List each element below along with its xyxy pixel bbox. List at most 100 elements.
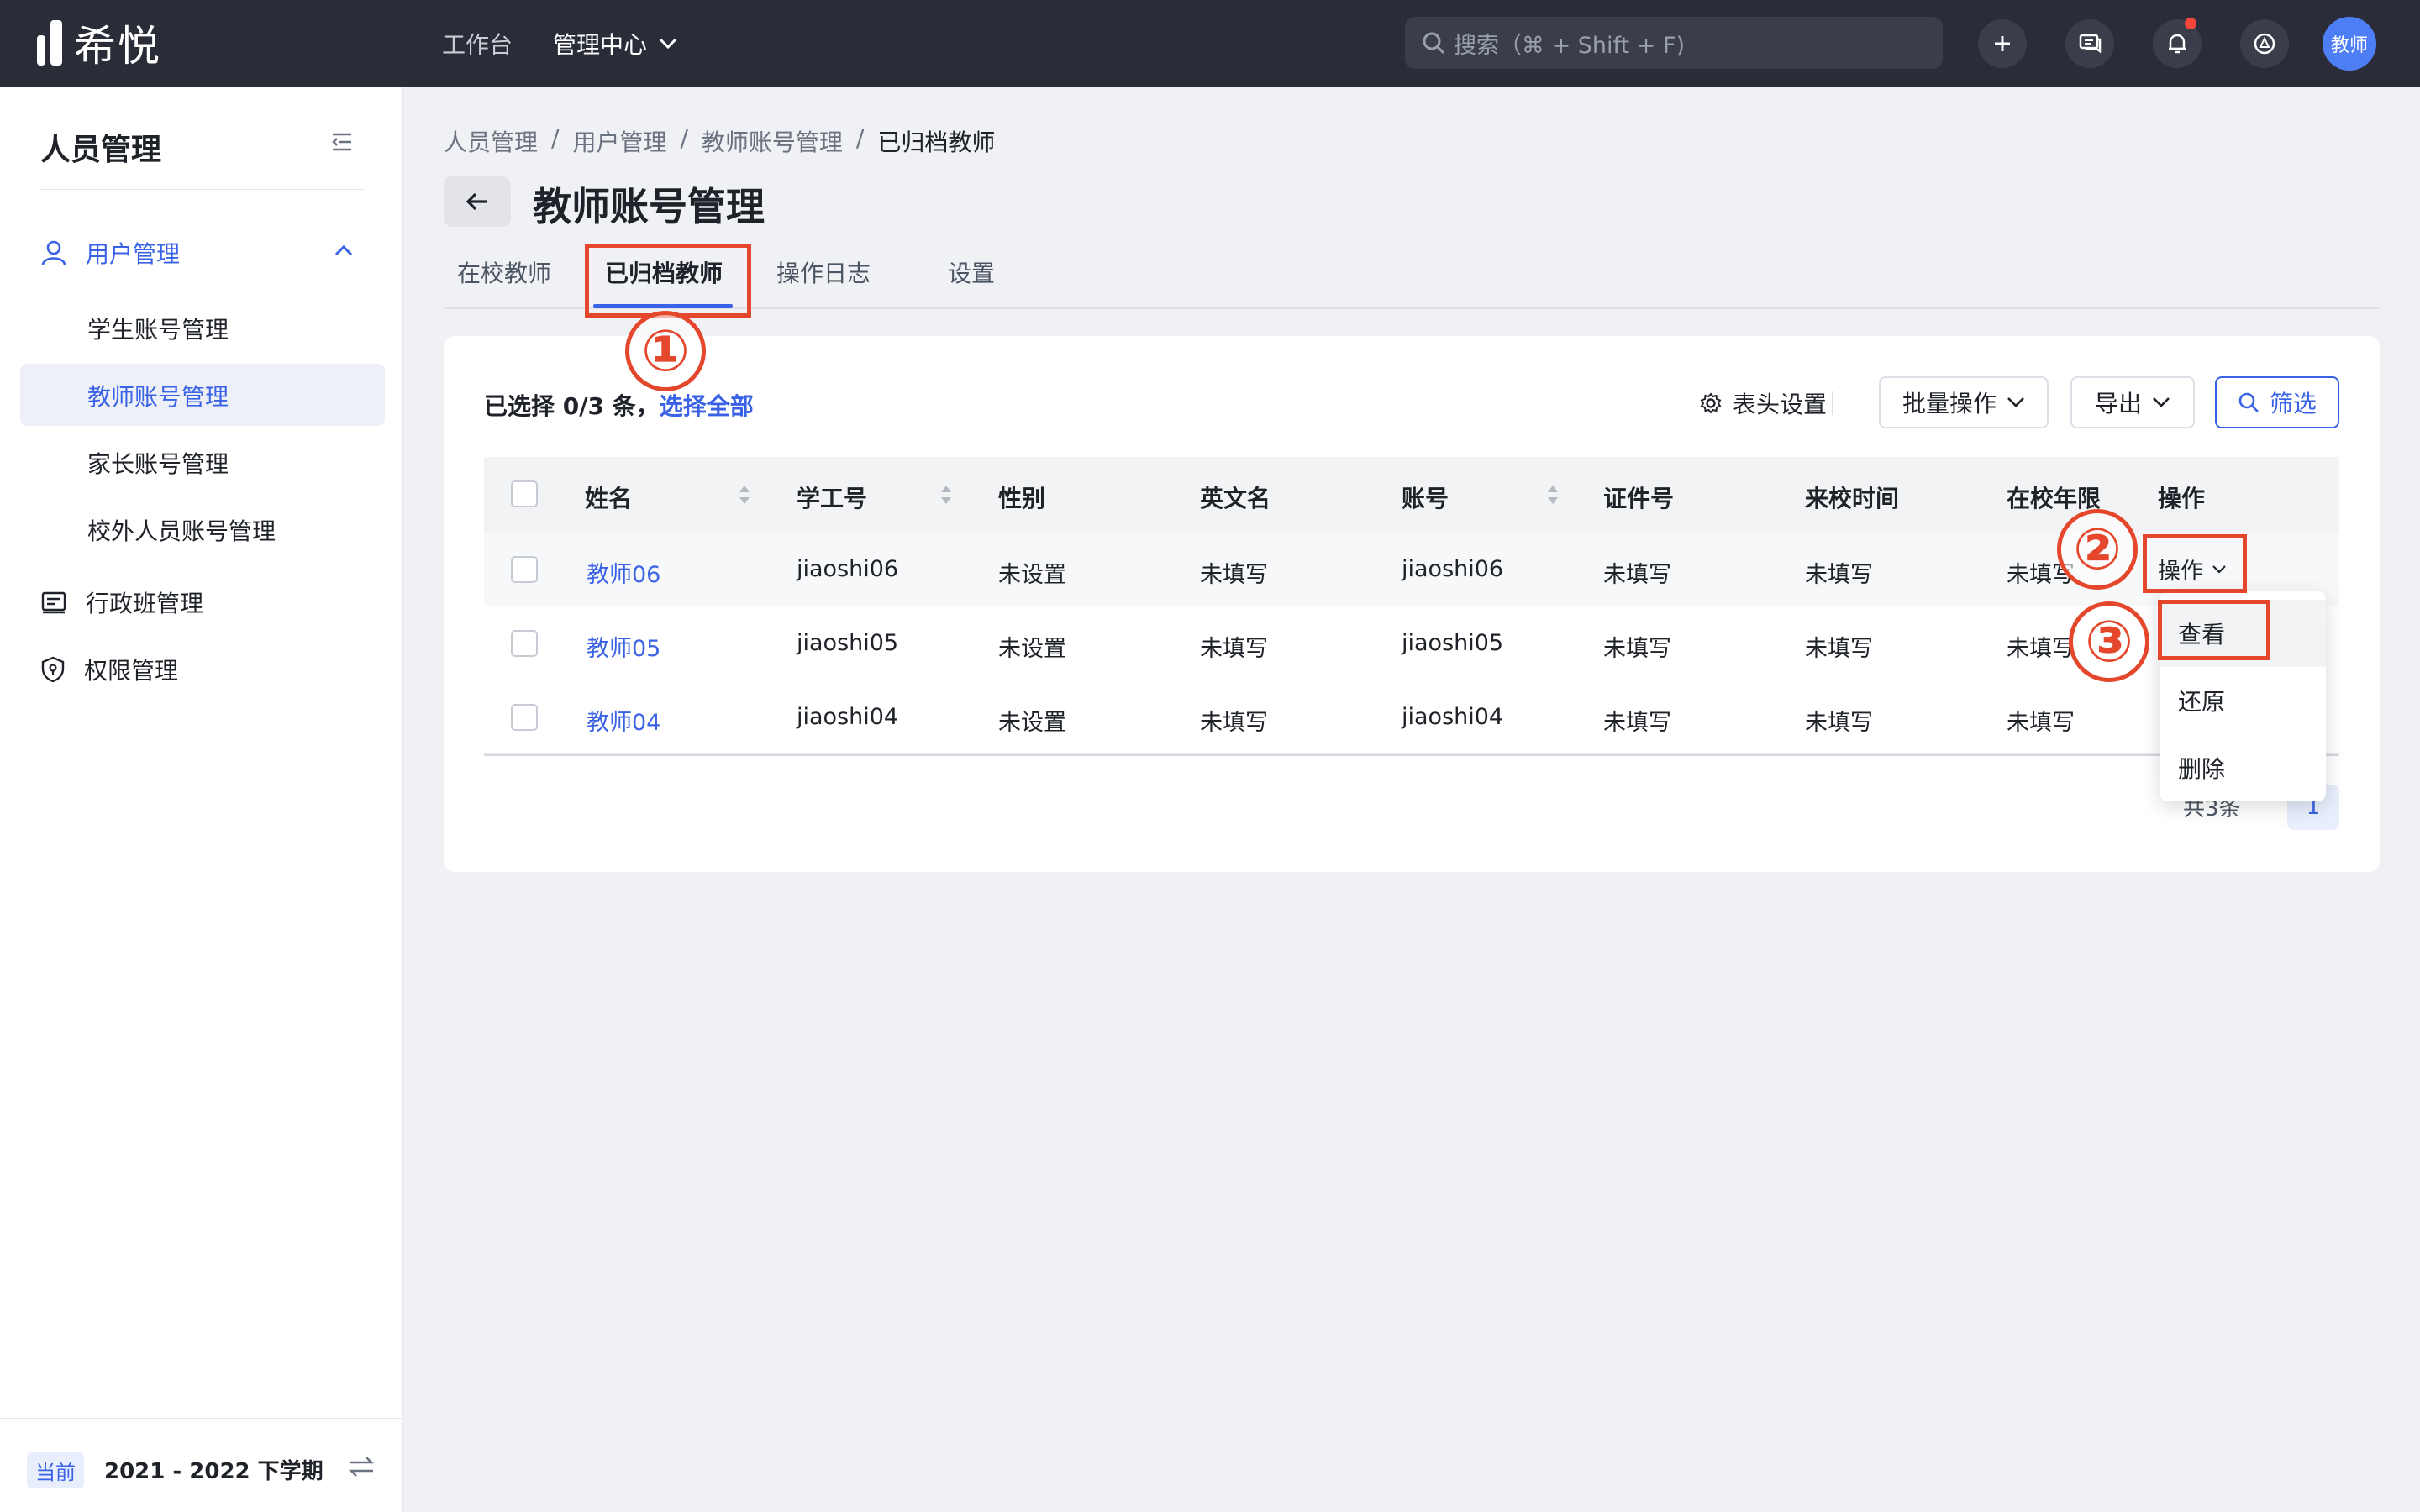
batch-action-label: 批量操作 bbox=[1902, 390, 1996, 417]
compass-icon bbox=[2254, 33, 2275, 55]
sidebar-group-class-label: 行政班管理 bbox=[86, 590, 204, 617]
bell-icon bbox=[2169, 34, 2186, 54]
annotation-number-1: ① bbox=[625, 311, 706, 391]
sidebar-group-user[interactable]: 用户管理 bbox=[40, 236, 180, 270]
messages-button[interactable] bbox=[2065, 19, 2114, 68]
gear-icon bbox=[1700, 392, 1722, 414]
menu-item-restore[interactable]: 还原 bbox=[2160, 667, 2326, 734]
column-header-account: 账号 bbox=[1402, 485, 1449, 512]
row-checkbox[interactable] bbox=[511, 630, 538, 657]
class-list-icon bbox=[41, 591, 66, 614]
filter-label: 筛选 bbox=[2269, 390, 2317, 417]
collapse-sidebar-icon[interactable] bbox=[331, 132, 353, 152]
cell-id-number: 未填写 bbox=[1603, 636, 1671, 662]
breadcrumb-item[interactable]: 教师账号管理 bbox=[702, 124, 843, 158]
page-title: 教师账号管理 bbox=[533, 184, 765, 229]
sidebar-group-class[interactable]: 行政班管理 bbox=[40, 585, 203, 619]
selection-count: 已选择 0/3 条， bbox=[484, 392, 660, 420]
row-checkbox[interactable] bbox=[511, 704, 538, 731]
chat-icon bbox=[2079, 34, 2102, 54]
search-input[interactable]: 搜索（⌘ + Shift + F) bbox=[1405, 17, 1943, 69]
filter-button[interactable]: 筛选 bbox=[2215, 376, 2339, 428]
breadcrumb-item[interactable]: 用户管理 bbox=[572, 124, 666, 158]
breadcrumb-item[interactable]: 人员管理 bbox=[444, 124, 538, 158]
teacher-name-link[interactable]: 教师05 bbox=[587, 630, 660, 663]
column-header-arrival-time: 来校时间 bbox=[1805, 485, 1900, 512]
selection-info: 已选择 0/3 条，选择全部 bbox=[484, 388, 754, 422]
breadcrumb-current: 已归档教师 bbox=[877, 129, 996, 156]
cell-arrival-time: 未填写 bbox=[1805, 636, 1873, 662]
logo-icon bbox=[37, 20, 62, 66]
cell-id-number: 未填写 bbox=[1603, 710, 1671, 736]
cell-arrival-time: 未填写 bbox=[1805, 710, 1873, 736]
breadcrumb-separator: / bbox=[551, 124, 560, 152]
select-all-link[interactable]: 选择全部 bbox=[660, 392, 754, 420]
column-header-name: 姓名 bbox=[585, 485, 633, 512]
column-header-english-name: 英文名 bbox=[1200, 485, 1271, 512]
chevron-down-icon bbox=[659, 38, 677, 49]
table-header: 姓名 学工号 性别 英文名 账号 证件号 来校时间 在校年限 操作 bbox=[484, 457, 2339, 533]
term-label: 2021 - 2022 下学期 bbox=[104, 1459, 324, 1484]
sort-icon[interactable] bbox=[738, 482, 751, 507]
breadcrumb-separator: / bbox=[680, 124, 688, 152]
nav-admin-center[interactable]: 管理中心 bbox=[553, 0, 677, 87]
notification-dot bbox=[2185, 18, 2196, 29]
table-row[interactable]: 教师05 jiaoshi05 未设置 未填写 jiaoshi05 未填写 未填写… bbox=[484, 606, 2339, 680]
row-checkbox[interactable] bbox=[511, 556, 538, 583]
breadcrumb-separator: / bbox=[855, 124, 865, 152]
term-current-badge: 当前 bbox=[27, 1452, 84, 1488]
cell-english-name: 未填写 bbox=[1200, 562, 1268, 588]
sort-icon[interactable] bbox=[1546, 482, 1560, 507]
table-row[interactable]: 教师04 jiaoshi04 未设置 未填写 jiaoshi04 未填写 未填写… bbox=[484, 680, 2339, 754]
cell-staff-id: jiaoshi06 bbox=[797, 556, 899, 582]
search-placeholder: 搜索（⌘ + Shift + F) bbox=[1454, 32, 1686, 59]
annotation-box-2 bbox=[2143, 534, 2247, 593]
cell-account: jiaoshi05 bbox=[1402, 630, 1504, 656]
tab-operation-log[interactable]: 操作日志 bbox=[776, 255, 871, 289]
sidebar-item-parent-accounts[interactable]: 家长账号管理 bbox=[87, 446, 229, 480]
cell-account: jiaoshi06 bbox=[1402, 556, 1504, 582]
notifications-button[interactable] bbox=[2153, 18, 2202, 68]
annotation-box-3 bbox=[2158, 600, 2270, 660]
annotation-box-1 bbox=[585, 244, 751, 318]
app-name: 希悦 bbox=[74, 22, 161, 71]
chevron-down-icon bbox=[2007, 397, 2024, 407]
batch-action-button[interactable]: 批量操作 bbox=[1879, 376, 2049, 428]
toolbar-divider bbox=[1832, 391, 1833, 415]
sidebar: 人员管理 用户管理 学生账号管理 教师账号管理 家长账号管理 校外人员账号管理 … bbox=[0, 87, 403, 1512]
menu-item-delete[interactable]: 删除 bbox=[2160, 734, 2326, 801]
column-header-years: 在校年限 bbox=[2007, 485, 2102, 512]
cell-arrival-time: 未填写 bbox=[1805, 562, 1873, 588]
sidebar-group-user-label: 用户管理 bbox=[86, 240, 181, 268]
teacher-name-link[interactable]: 教师04 bbox=[587, 704, 660, 737]
chevron-down-icon bbox=[2153, 397, 2170, 407]
chevron-up-icon[interactable] bbox=[334, 244, 353, 256]
sidebar-item-teacher-accounts[interactable]: 教师账号管理 bbox=[87, 379, 229, 412]
teacher-name-link[interactable]: 教师06 bbox=[587, 556, 660, 589]
cell-english-name: 未填写 bbox=[1200, 710, 1268, 736]
cell-years: 未填写 bbox=[2007, 710, 2075, 736]
app-logo[interactable]: 希悦 bbox=[37, 18, 161, 71]
sidebar-item-student-accounts[interactable]: 学生账号管理 bbox=[87, 312, 229, 345]
column-settings-button[interactable]: 表头设置 bbox=[1699, 386, 1827, 420]
sidebar-group-permission[interactable]: 权限管理 bbox=[40, 653, 178, 686]
tab-active-teachers[interactable]: 在校教师 bbox=[457, 255, 551, 289]
nav-workbench[interactable]: 工作台 bbox=[442, 0, 513, 87]
sidebar-title: 人员管理 bbox=[40, 133, 162, 167]
column-header-id-number: 证件号 bbox=[1603, 485, 1675, 512]
switch-icon[interactable] bbox=[348, 1456, 375, 1478]
column-settings-label: 表头设置 bbox=[1733, 391, 1828, 418]
select-all-checkbox[interactable] bbox=[511, 480, 538, 507]
app-switch-button[interactable] bbox=[2240, 19, 2289, 68]
column-header-actions: 操作 bbox=[2158, 485, 2206, 512]
annotation-number-2: ② bbox=[2057, 509, 2138, 590]
back-button[interactable] bbox=[444, 176, 511, 227]
export-button[interactable]: 导出 bbox=[2070, 376, 2195, 428]
term-selector[interactable]: 当前 2021 - 2022 下学期 bbox=[0, 1418, 403, 1512]
user-avatar[interactable]: 教师 bbox=[2323, 17, 2376, 71]
add-button[interactable] bbox=[1978, 19, 2027, 68]
sidebar-item-external-accounts[interactable]: 校外人员账号管理 bbox=[87, 513, 276, 547]
tab-settings[interactable]: 设置 bbox=[948, 255, 995, 289]
cell-gender: 未设置 bbox=[998, 636, 1066, 662]
sort-icon[interactable] bbox=[939, 482, 953, 507]
